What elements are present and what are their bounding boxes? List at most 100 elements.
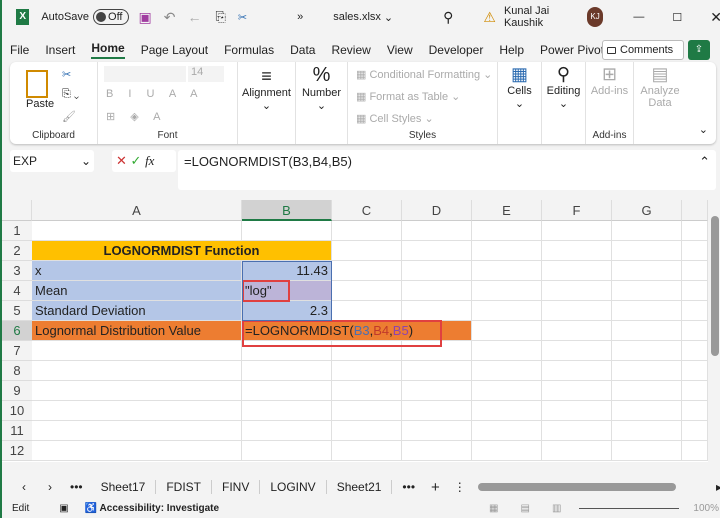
column-header-a[interactable]: A xyxy=(32,200,242,221)
cell[interactable] xyxy=(542,381,612,401)
cell[interactable] xyxy=(332,241,402,261)
tab-page-layout[interactable]: Page Layout xyxy=(141,43,208,57)
cell[interactable] xyxy=(402,221,472,241)
row-header-9[interactable]: 9 xyxy=(2,381,32,401)
row-header-5[interactable]: 5 xyxy=(2,301,32,321)
cell[interactable] xyxy=(612,321,682,341)
name-box[interactable]: EXP ⌄ xyxy=(10,150,94,172)
cell[interactable] xyxy=(682,381,708,401)
share-button[interactable]: ⇪ xyxy=(688,40,710,60)
cell[interactable] xyxy=(32,441,242,461)
copy-icon[interactable]: ⎘ xyxy=(215,9,225,25)
addins-button[interactable]: ⊞ Add-ins Add-ins xyxy=(586,62,634,144)
cells-button[interactable]: ▦ Cells ⌄ xyxy=(498,62,542,144)
spreadsheet-grid[interactable]: A B C D E F G 1 2 3 4 5 6 7 8 9 10 11 12 LOGNORMDIST Functi… xyxy=(2,200,708,462)
cell[interactable] xyxy=(32,421,242,441)
cut-icon[interactable]: ✂ xyxy=(62,68,71,81)
sheet-tab-sheet17[interactable]: Sheet17 xyxy=(91,480,157,494)
undo-icon[interactable]: ↶ xyxy=(164,9,176,26)
row-header-4[interactable]: 4 xyxy=(2,281,32,301)
formula-input[interactable]: =LOGNORMDIST(B3,B4,B5) ⌃ xyxy=(178,150,716,190)
cell[interactable] xyxy=(332,381,402,401)
collapse-ribbon-icon[interactable]: ⌄ xyxy=(699,123,708,136)
cell[interactable] xyxy=(542,241,612,261)
cell[interactable] xyxy=(402,261,472,281)
cell[interactable] xyxy=(472,361,542,381)
row-header-3[interactable]: 3 xyxy=(2,261,32,281)
prev-sheet-icon[interactable]: ‹ xyxy=(22,480,26,494)
row-header-6[interactable]: 6 xyxy=(2,321,32,341)
cell[interactable] xyxy=(542,401,612,421)
cell[interactable] xyxy=(612,421,682,441)
paste-icon[interactable] xyxy=(26,70,48,98)
border-fill-color-icons[interactable]: ⊞ ◈ A xyxy=(106,110,167,123)
cell[interactable] xyxy=(402,381,472,401)
next-sheet-icon[interactable]: › xyxy=(48,480,52,494)
cell[interactable] xyxy=(682,361,708,381)
cell[interactable] xyxy=(542,321,612,341)
cell[interactable] xyxy=(682,421,708,441)
row-header-12[interactable]: 12 xyxy=(2,441,32,461)
cell[interactable] xyxy=(612,301,682,321)
cell[interactable] xyxy=(32,361,242,381)
horizontal-scrollbar[interactable] xyxy=(477,483,676,491)
row-header-11[interactable]: 11 xyxy=(2,421,32,441)
cell[interactable] xyxy=(542,361,612,381)
cell[interactable] xyxy=(472,281,542,301)
cell[interactable] xyxy=(332,421,402,441)
cell[interactable] xyxy=(402,401,472,421)
alignment-button[interactable]: ≡ Alignment ⌄ xyxy=(238,62,296,144)
cell[interactable] xyxy=(612,441,682,461)
cut-icon[interactable]: ✂ xyxy=(238,11,247,24)
cell[interactable] xyxy=(682,441,708,461)
tab-review[interactable]: Review xyxy=(331,43,370,57)
font-format-icons[interactable]: B I U A A xyxy=(106,88,203,100)
editing-button[interactable]: ⚲ Editing ⌄ xyxy=(542,62,586,144)
cell[interactable] xyxy=(682,241,708,261)
row-header-7[interactable]: 7 xyxy=(2,341,32,361)
cell[interactable] xyxy=(612,341,682,361)
cell[interactable] xyxy=(612,381,682,401)
row-header-2[interactable]: 2 xyxy=(2,241,32,261)
cell[interactable] xyxy=(542,281,612,301)
tab-power-pivot[interactable]: Power Pivot xyxy=(540,43,604,57)
cell[interactable] xyxy=(472,381,542,401)
label-cell-a3[interactable]: x xyxy=(32,261,242,281)
cell[interactable] xyxy=(612,281,682,301)
zoom-slider[interactable] xyxy=(579,508,680,509)
cell[interactable] xyxy=(242,221,332,241)
label-cell-a6[interactable]: Lognormal Distribution Value xyxy=(32,321,242,341)
cell[interactable] xyxy=(332,221,402,241)
insert-function-icon[interactable]: fx xyxy=(145,153,154,168)
scroll-right-icon[interactable]: ▸ xyxy=(716,480,720,494)
column-header-c[interactable]: C xyxy=(332,200,402,221)
maximize-button[interactable]: ☐ xyxy=(672,11,682,24)
column-header-f[interactable]: F xyxy=(542,200,612,221)
cell[interactable] xyxy=(332,361,402,381)
cell[interactable] xyxy=(332,301,402,321)
cell[interactable] xyxy=(242,381,332,401)
cell[interactable] xyxy=(402,281,472,301)
tab-help[interactable]: Help xyxy=(499,43,524,57)
cell[interactable] xyxy=(472,321,542,341)
cell[interactable] xyxy=(542,221,612,241)
font-name-select[interactable] xyxy=(104,66,186,82)
cell[interactable] xyxy=(332,281,402,301)
cell[interactable] xyxy=(612,241,682,261)
select-all-corner[interactable] xyxy=(2,200,32,221)
cell[interactable] xyxy=(682,301,708,321)
page-layout-icon[interactable]: ▤ xyxy=(521,503,530,514)
avatar[interactable]: KJ xyxy=(586,7,604,27)
cell[interactable] xyxy=(402,421,472,441)
cell[interactable] xyxy=(542,261,612,281)
cell[interactable] xyxy=(542,341,612,361)
cell[interactable] xyxy=(682,281,708,301)
cell[interactable] xyxy=(682,401,708,421)
conditional-formatting-button[interactable]: ▦ Conditional Formatting ⌄ xyxy=(356,68,492,81)
cell[interactable] xyxy=(32,341,242,361)
close-button[interactable]: ✕ xyxy=(710,9,720,26)
cell[interactable] xyxy=(472,421,542,441)
chevron-down-icon[interactable]: ⌄ xyxy=(384,11,393,24)
cell[interactable] xyxy=(612,221,682,241)
cell[interactable] xyxy=(332,261,402,281)
